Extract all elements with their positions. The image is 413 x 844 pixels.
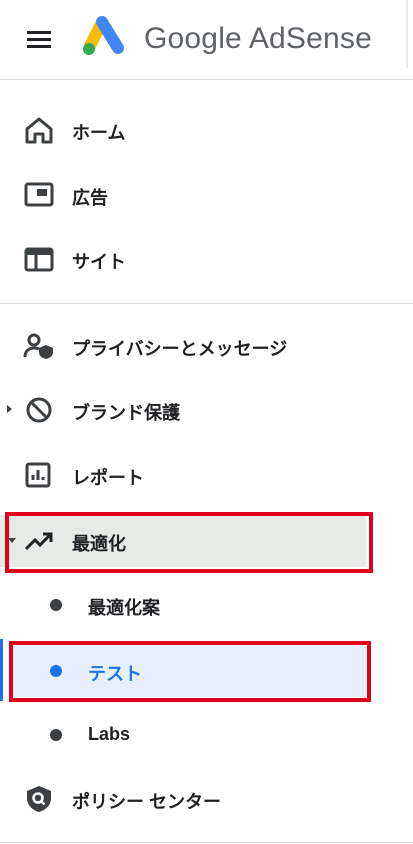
nav-label-home: ホーム [72,123,126,143]
nav-sublabel-suggestions: 最適化案 [88,598,160,618]
nav-subitem-experiments[interactable]: テスト [13,645,366,697]
bottom-divider [0,842,413,843]
bullet-dot-icon [50,665,62,677]
bullet-dot-icon [50,729,62,741]
adsense-logo-icon [83,16,124,55]
hamburger-menu-icon[interactable] [26,29,52,51]
nav-item-brand-safety[interactable]: ブランド保護 [0,385,390,435]
nav-label-reports: レポート [72,468,144,488]
active-indicator-bar [0,639,3,701]
header-edge-divider [406,0,408,68]
policy-shield-icon [27,786,51,812]
home-icon [25,117,53,144]
nav-item-ads[interactable]: 広告 [0,170,390,220]
nav-label-sites: サイト [72,252,126,272]
top-app-bar: Google AdSense [0,0,413,80]
nav-subitem-suggestions[interactable]: 最適化案 [0,580,390,630]
reports-icon [25,462,51,488]
caret-down-icon[interactable] [8,538,16,543]
trending-up-icon [24,532,53,551]
nav-label-privacy-messaging: プライバシーとメッセージ [72,339,288,359]
ads-icon [24,182,54,207]
nav-section-divider [0,303,413,304]
nav-label-brand-safety: ブランド保護 [72,403,180,423]
nav-sublabel-experiments: テスト [88,664,142,684]
nav-label-optimization: 最適化 [72,534,126,554]
nav-item-reports[interactable]: レポート [0,450,390,500]
nav-item-policy-center[interactable]: ポリシー センター [0,774,390,824]
nav-label-policy-center: ポリシー センター [72,792,222,812]
nav-subitem-labs[interactable]: Labs [0,710,390,760]
nav-label-ads: 広告 [72,188,108,208]
nav-item-privacy-messaging[interactable]: プライバシーとメッセージ [0,321,390,371]
brand-name: Google AdSense [144,22,372,55]
nav-item-optimization[interactable]: 最適化 [0,515,366,567]
caret-right-icon[interactable] [7,405,12,413]
brand-safety-icon [26,397,52,423]
nav-sublabel-labs: Labs [88,724,131,744]
bullet-dot-icon [50,599,62,611]
nav-item-home[interactable]: ホーム [0,105,390,155]
nav-item-sites[interactable]: サイト [0,234,390,284]
sites-icon [24,247,54,272]
privacy-messaging-icon [23,333,53,359]
